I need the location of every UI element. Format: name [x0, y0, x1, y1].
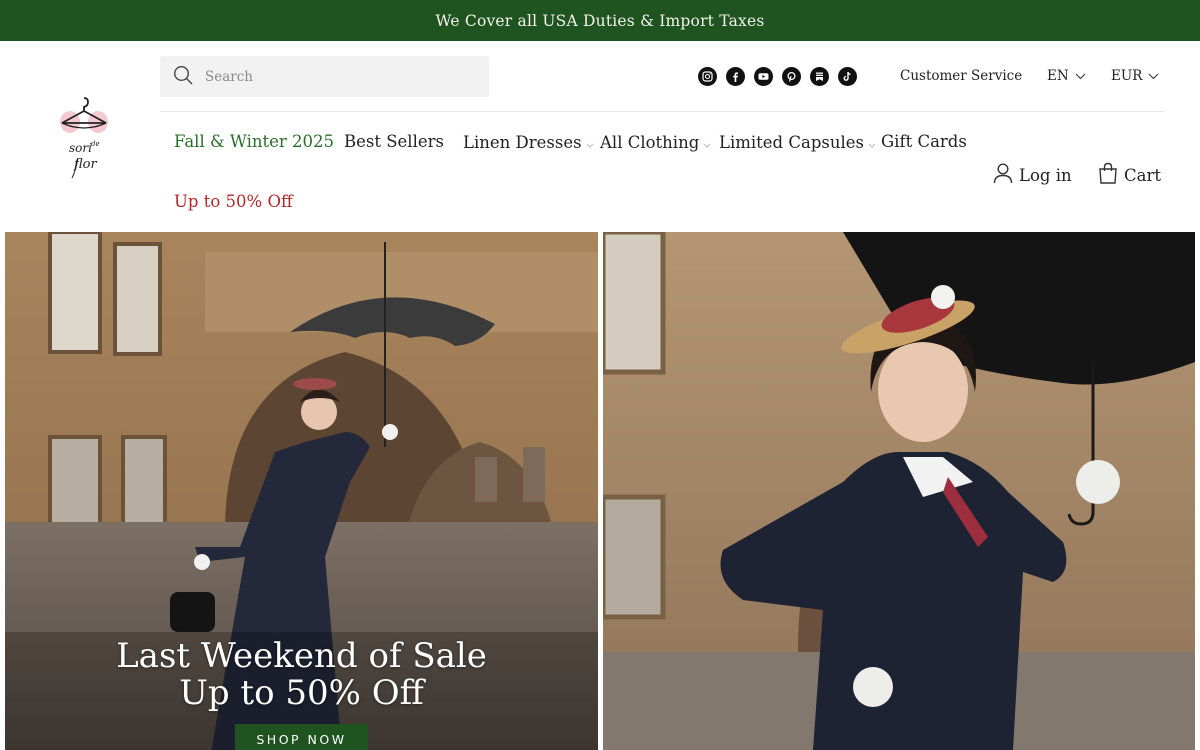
- nav-label: Best Sellers: [344, 132, 444, 151]
- nav-item-sale[interactable]: Up to 50% Off: [174, 192, 293, 211]
- nav-label: All Clothing: [600, 133, 700, 152]
- nav-item-fall-winter[interactable]: Fall & Winter 2025: [174, 132, 334, 151]
- chevron-down-icon: [703, 134, 711, 153]
- nav-item-limited-capsules[interactable]: Limited Capsules: [719, 132, 876, 153]
- customer-service-link[interactable]: Customer Service: [900, 68, 1022, 84]
- user-icon: [993, 162, 1013, 188]
- substack-icon[interactable]: [810, 67, 829, 86]
- cart-label: Cart: [1124, 165, 1161, 185]
- svg-text:de: de: [91, 140, 100, 148]
- header-divider: [160, 111, 1164, 112]
- logo-text: sori: [69, 141, 92, 155]
- chevron-down-icon: [868, 134, 876, 153]
- currency-selector[interactable]: EUR: [1111, 68, 1159, 84]
- hero-title-line1: Last Weekend of Sale: [116, 636, 487, 676]
- nav-label: Gift Cards: [881, 132, 967, 151]
- nav-label: Linen Dresses: [463, 133, 582, 152]
- currency-label: EUR: [1111, 68, 1143, 84]
- hero-banner-left[interactable]: Last Weekend of Sale Up to 50% Off SHOP …: [5, 232, 598, 750]
- hero-title-line2: Up to 50% Off: [179, 673, 424, 713]
- language-label: EN: [1047, 68, 1069, 84]
- nav-label: Fall & Winter 2025: [174, 132, 334, 151]
- nav-item-best-sellers[interactable]: Best Sellers: [344, 132, 444, 151]
- chevron-down-icon: [1148, 68, 1159, 84]
- hero-banner-right[interactable]: [603, 232, 1195, 750]
- search-icon[interactable]: [173, 65, 193, 89]
- shop-now-button[interactable]: SHOP NOW: [235, 724, 368, 750]
- brand-logo[interactable]: sori de flor: [52, 92, 116, 188]
- nav-item-all-clothing[interactable]: All Clothing: [600, 132, 711, 153]
- customer-service-label: Customer Service: [900, 68, 1023, 84]
- shopping-bag-icon: [1098, 162, 1118, 188]
- announcement-text: We Cover all USA Duties & Import Taxes: [435, 11, 765, 30]
- youtube-icon[interactable]: [754, 67, 773, 86]
- announcement-bar: We Cover all USA Duties & Import Taxes: [0, 0, 1200, 41]
- facebook-icon[interactable]: [726, 67, 745, 86]
- social-links: [698, 67, 857, 86]
- nav-label: Limited Capsules: [719, 133, 864, 152]
- nav-item-gift-cards[interactable]: Gift Cards: [881, 132, 967, 151]
- login-link[interactable]: Log in: [993, 162, 1072, 188]
- nav-label: Up to 50% Off: [174, 192, 293, 211]
- instagram-icon[interactable]: [698, 67, 717, 86]
- chevron-down-icon: [586, 134, 594, 153]
- nav-item-linen-dresses[interactable]: Linen Dresses: [463, 132, 594, 153]
- cart-link[interactable]: Cart: [1098, 162, 1161, 188]
- login-label: Log in: [1019, 165, 1072, 185]
- search-bar[interactable]: [160, 56, 489, 97]
- tiktok-icon[interactable]: [838, 67, 857, 86]
- search-input[interactable]: [205, 68, 455, 85]
- hero-photo-right: [603, 232, 1195, 750]
- chevron-down-icon: [1075, 68, 1086, 84]
- pinterest-icon[interactable]: [782, 67, 801, 86]
- language-selector[interactable]: EN: [1047, 68, 1086, 84]
